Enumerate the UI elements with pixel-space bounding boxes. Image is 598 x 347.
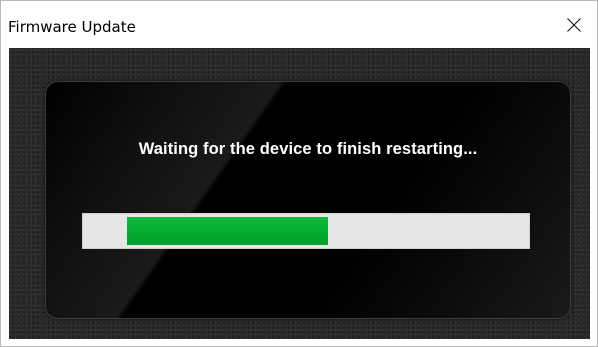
status-panel: Waiting for the device to finish restart… bbox=[46, 82, 570, 318]
progress-bar bbox=[82, 213, 530, 249]
panel-sheen bbox=[46, 82, 570, 318]
firmware-update-window: Firmware Update Waiting for the device t… bbox=[0, 0, 598, 347]
window-title: Firmware Update bbox=[8, 18, 136, 36]
close-icon bbox=[567, 17, 581, 32]
status-message: Waiting for the device to finish restart… bbox=[138, 140, 478, 158]
title-bar: Firmware Update bbox=[1, 1, 597, 48]
dialog-client-area: Waiting for the device to finish restart… bbox=[9, 48, 590, 339]
close-button[interactable] bbox=[551, 1, 597, 48]
progress-fill bbox=[126, 217, 329, 245]
